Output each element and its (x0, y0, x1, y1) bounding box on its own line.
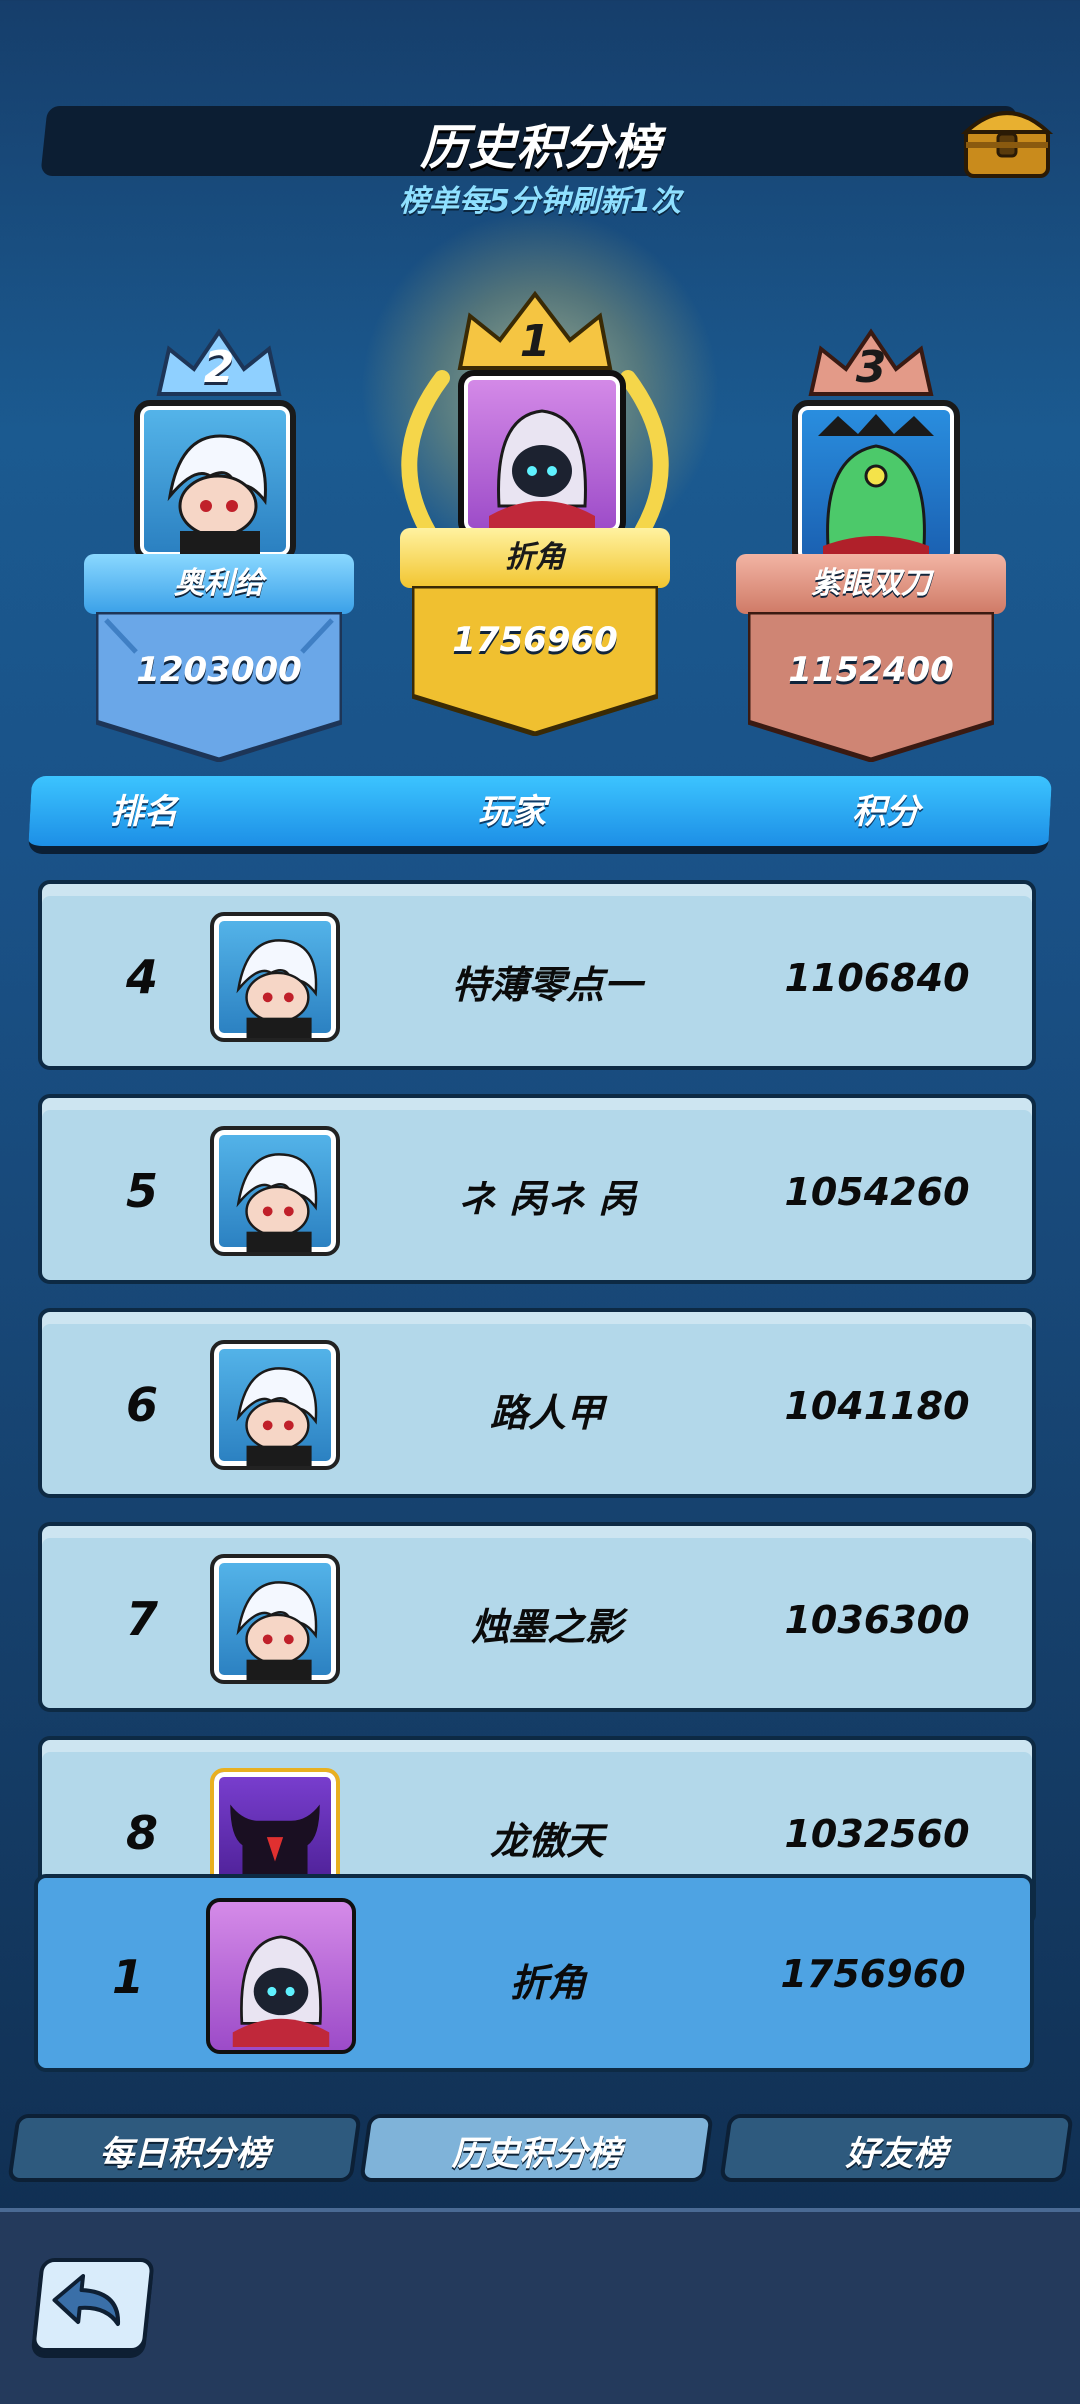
podium-first[interactable]: 1 折角 1756960 (400, 288, 670, 748)
row-player-name: 路人甲 (489, 1391, 604, 1435)
podium-third[interactable]: 3 紫眼双刀 1152400 (736, 318, 1006, 762)
row-rank: 4 (125, 950, 158, 1004)
table-row[interactable]: 7 烛墨之影 1036300 (38, 1522, 1036, 1712)
score-shield (412, 586, 658, 736)
dragon-hero-icon (818, 414, 934, 562)
podium-name-plate: 奥利给 (84, 554, 354, 614)
treasure-chest-icon[interactable] (960, 98, 1054, 182)
podium-name-plate: 紫眼双刀 (736, 554, 1006, 614)
podium-name-plate: 折角 (400, 528, 670, 588)
hooded-hero-icon (489, 409, 595, 532)
tab-history-label: 历史积分榜 (451, 2134, 622, 2174)
avatar (210, 1554, 340, 1684)
column-header-player: 玩家 (478, 792, 546, 832)
hero-portrait-icon (236, 1153, 318, 1252)
row-player-name: 折角 (509, 1961, 586, 2005)
hero-portrait-icon (167, 434, 267, 556)
row-player-name: 特薄零点一 (451, 963, 642, 1007)
row-rank: 8 (125, 1806, 158, 1860)
row-player-name: ネ 呙ネ 呙 (457, 1177, 637, 1221)
hooded-hero-icon (232, 1935, 330, 2047)
column-header-rank: 排名 (110, 792, 178, 832)
my-rank-row[interactable]: 1 折角 1756960 (34, 1874, 1034, 2072)
bottom-panel (0, 2208, 1080, 2404)
podium-score: 1152400 (788, 650, 954, 690)
tab-friends-label: 好友榜 (845, 2134, 948, 2174)
row-score: 1054260 (784, 1170, 970, 1214)
hero-portrait-icon (236, 1367, 318, 1466)
row-rank: 1 (111, 1950, 144, 2004)
table-row[interactable]: 5 ネ 呙ネ 呙 1054260 (38, 1094, 1036, 1284)
row-score: 1032560 (784, 1812, 970, 1856)
row-player-name: 烛墨之影 (470, 1605, 623, 1649)
podium-rank: 3 (855, 342, 887, 393)
tab-daily-label: 每日积分榜 (99, 2134, 270, 2174)
avatar (206, 1898, 356, 2054)
avatar (210, 1126, 340, 1256)
avatar (210, 1340, 340, 1470)
row-score: 1106840 (784, 956, 970, 1000)
avatar (134, 400, 296, 562)
page-title: 历史积分榜 (419, 120, 660, 176)
row-score: 1756960 (780, 1952, 966, 1996)
row-score: 1041180 (784, 1384, 970, 1428)
hero-portrait-icon (236, 939, 318, 1038)
avatar (792, 400, 960, 568)
hero-portrait-icon (236, 1581, 318, 1680)
row-score: 1036300 (784, 1598, 970, 1642)
row-rank: 6 (125, 1378, 158, 1432)
row-rank: 5 (125, 1164, 158, 1218)
podium-score: 1756960 (452, 620, 618, 660)
table-row[interactable]: 4 特薄零点一 1106840 (38, 880, 1036, 1070)
table-row[interactable]: 6 路人甲 1041180 (38, 1308, 1036, 1498)
podium-rank: 2 (203, 342, 235, 393)
podium-second[interactable]: 2 奥利给 1203000 (84, 318, 354, 762)
row-player-name: 龙傲天 (489, 1819, 604, 1863)
column-header-score: 积分 (852, 792, 920, 832)
back-button[interactable] (31, 2258, 155, 2352)
avatar (458, 370, 626, 538)
back-arrow-icon (52, 2274, 121, 2326)
podium-score: 1203000 (136, 650, 302, 690)
avatar (210, 912, 340, 1042)
row-rank: 7 (125, 1592, 158, 1646)
